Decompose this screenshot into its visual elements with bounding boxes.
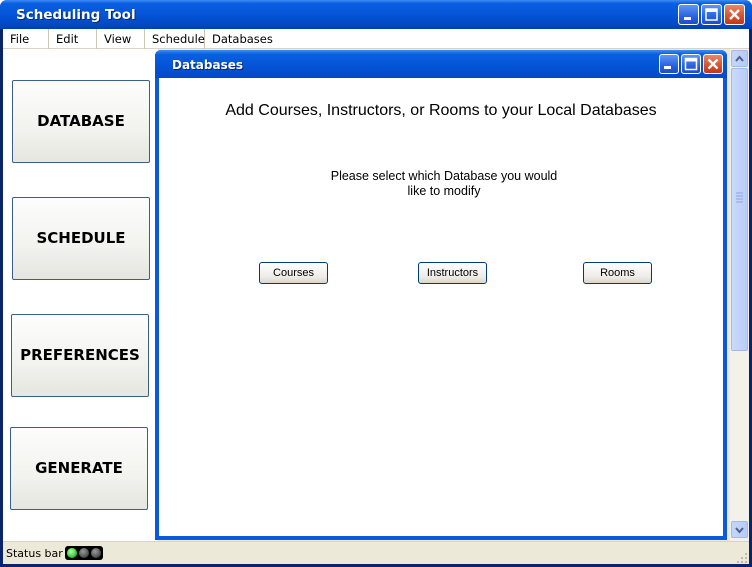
grip-icon [736, 192, 743, 203]
minimize-icon [664, 66, 671, 69]
generate-button-label: GENERATE [35, 459, 123, 477]
dialog-title: Databases [172, 58, 244, 72]
menu-view[interactable]: View [97, 29, 145, 49]
side-panel: DATABASE SCHEDULE PREFERENCES GENERATE [3, 49, 158, 541]
dialog-body: Add Courses, Instructors, or Rooms to yo… [159, 78, 723, 536]
preferences-button-label: PREFERENCES [20, 346, 140, 364]
status-light-green-icon [67, 548, 77, 558]
maximize-icon [684, 57, 698, 71]
status-light-off-icon [79, 548, 89, 558]
client-area: File Edit View Schedule Databases DATABA… [3, 29, 749, 564]
menu-databases[interactable]: Databases [205, 29, 273, 49]
schedule-button[interactable]: SCHEDULE [12, 197, 150, 280]
scroll-up-button[interactable] [731, 50, 748, 67]
status-bar: Status bar [3, 541, 749, 564]
window-title: Scheduling Tool [16, 7, 136, 23]
scroll-thumb[interactable] [731, 68, 748, 351]
courses-button[interactable]: Courses [259, 262, 328, 284]
prompt-line-2: like to modify [407, 184, 481, 198]
close-button[interactable] [724, 4, 745, 25]
resize-grip-icon[interactable] [736, 552, 748, 564]
title-bar[interactable]: Scheduling Tool [0, 0, 752, 29]
chevron-up-icon [735, 55, 744, 62]
preferences-button[interactable]: PREFERENCES [11, 314, 149, 397]
prompt-line-1: Please select which Database you would [330, 169, 558, 183]
close-icon [729, 9, 740, 20]
status-lights [65, 546, 103, 560]
rooms-button[interactable]: Rooms [583, 262, 652, 284]
close-icon [707, 58, 719, 70]
generate-button[interactable]: GENERATE [10, 427, 148, 510]
instructors-button[interactable]: Instructors [418, 262, 487, 284]
databases-dialog: Databases Add Courses, Instructors, or R… [155, 50, 727, 540]
status-light-off-icon [91, 548, 101, 558]
scroll-down-button[interactable] [731, 521, 748, 538]
menu-file[interactable]: File [3, 29, 49, 49]
menu-edit[interactable]: Edit [49, 29, 97, 49]
main-window: Scheduling Tool File Edit View Schedule … [0, 0, 752, 567]
dialog-minimize-button[interactable] [659, 54, 679, 74]
minimize-icon [684, 17, 691, 20]
database-button[interactable]: DATABASE [12, 80, 150, 163]
minimize-button[interactable] [678, 4, 699, 25]
menu-bar: File Edit View Schedule Databases [3, 29, 749, 49]
database-button-label: DATABASE [37, 112, 125, 130]
schedule-button-label: SCHEDULE [36, 229, 126, 247]
dialog-heading: Add Courses, Instructors, or Rooms to yo… [225, 102, 657, 119]
chevron-down-icon [735, 527, 744, 534]
maximize-icon [705, 8, 718, 21]
dialog-title-bar[interactable]: Databases [155, 50, 727, 78]
maximize-button[interactable] [701, 4, 722, 25]
status-text: Status bar [6, 547, 63, 560]
menu-schedule[interactable]: Schedule [145, 29, 205, 49]
dialog-maximize-button[interactable] [681, 54, 701, 74]
dialog-close-button[interactable] [703, 54, 723, 74]
vertical-scrollbar[interactable] [730, 49, 749, 541]
dialog-prompt: Please select which Database you would l… [299, 169, 589, 199]
